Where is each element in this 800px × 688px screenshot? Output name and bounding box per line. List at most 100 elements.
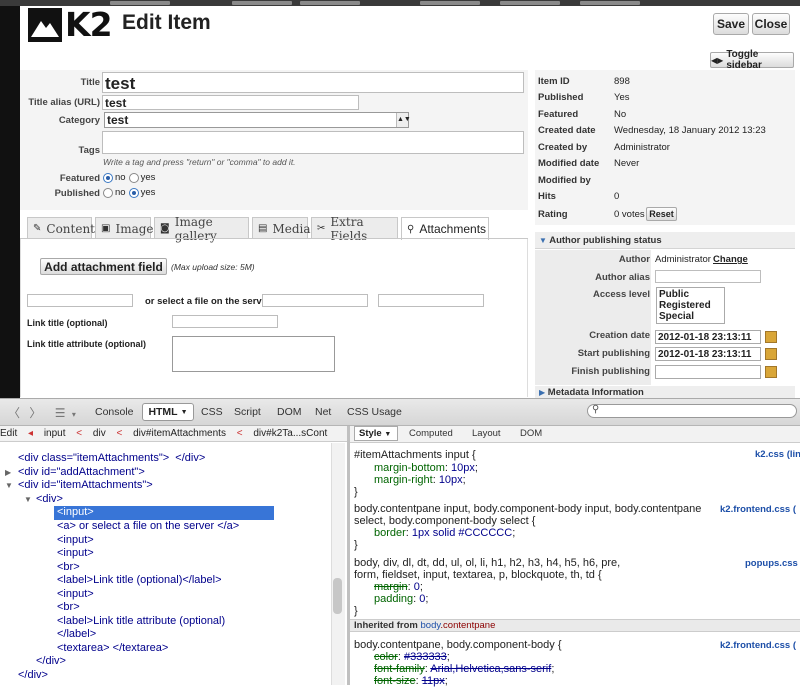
html-node[interactable]: </label> [57,628,96,642]
tab-media[interactable]: ▤ Media [252,217,311,239]
calendar-icon[interactable] [765,348,777,360]
html-node[interactable]: <div class="itemAttachments"> </div> [18,452,205,466]
html-node[interactable]: <a> or select a file on the server </a> [57,520,239,534]
firebug-tab-net[interactable]: Net [315,406,331,418]
css-source-link[interactable]: k2.frontend.css ( [720,504,796,515]
html-node[interactable]: <textarea> </textarea> [57,642,168,656]
scrollbar-thumb[interactable] [333,578,342,614]
html-node[interactable]: <label>Link title attribute (optional) [57,615,225,629]
forward-icon[interactable]: 〉 [29,406,41,420]
toggle-sidebar-button[interactable]: ◀▶ Toggle sidebar [710,49,794,71]
calendar-icon[interactable] [765,331,777,343]
css-selector[interactable]: select, body.component-body select { [354,515,535,528]
html-node[interactable]: </div> [36,655,66,669]
collapse-triangle-icon[interactable]: ▼ [5,479,13,493]
close-button[interactable]: Close [752,13,790,35]
tags-input[interactable] [102,131,524,154]
css-source-link[interactable]: popups.css ( [745,558,800,569]
access-option[interactable]: Public [659,289,724,300]
css-selector[interactable]: #itemAttachments input { [354,449,476,462]
chevron-down-icon[interactable]: ▾ [72,410,76,419]
html-pane-scrollbar[interactable] [331,443,345,685]
tab-extra-fields[interactable]: ✂ Extra Fields [311,215,398,243]
breadcrumb-item[interactable]: div#k2Ta...sCont [253,428,327,439]
html-node-selected[interactable]: <input> [57,506,94,520]
author-alias-input[interactable] [655,270,761,283]
firebug-tab-css[interactable]: CSS [201,406,223,418]
change-author-link[interactable]: Change [713,254,748,265]
breadcrumb-item[interactable]: div#itemAttachments [133,428,226,439]
css-declaration[interactable]: margin: 0; [374,581,423,594]
tab-attachments[interactable]: ⚲ Attachments [401,217,489,240]
css-declaration[interactable]: font-size: 11px; [374,675,448,688]
access-level-select[interactable]: Public Registered Special [656,287,725,324]
css-source-link[interactable]: k2.frontend.css ( [720,640,796,651]
css-source-link[interactable]: k2.css (lin [755,449,800,460]
html-node[interactable]: <div id="addAttachment"> [18,466,145,480]
attachment-name-input[interactable] [378,294,484,307]
access-option[interactable]: Registered [659,300,724,311]
alias-input[interactable]: test [102,95,359,110]
published-yes-radio[interactable] [128,187,139,198]
css-declaration[interactable]: margin-bottom: 10px; [374,462,478,475]
firebug-tab-html[interactable]: HTML ▼ [142,403,194,421]
featured-no-radio[interactable] [103,172,113,183]
author-publishing-header[interactable]: ▼ Author publishing status [535,232,795,249]
link-title-attribute-textarea[interactable] [172,336,335,372]
side-tab-layout[interactable]: Layout [472,428,501,439]
html-node[interactable]: <label>Link title (optional)</label> [57,574,222,588]
expand-triangle-icon[interactable]: ▶ [5,466,11,480]
html-node[interactable]: </div> [18,669,48,683]
css-declaration[interactable]: padding: 0; [374,593,428,606]
css-declaration[interactable]: color: #333333; [374,651,450,664]
css-declaration[interactable]: border: 1px solid #CCCCCC; [374,527,515,540]
featured-yes-radio[interactable] [128,172,139,183]
firebug-tab-dom[interactable]: DOM [277,406,302,418]
title-input[interactable]: test [102,72,524,93]
category-select[interactable]: test ▲▼ [104,112,411,128]
css-selector[interactable]: body, div, dl, dt, dd, ul, ol, li, h1, h… [354,557,620,570]
collapse-triangle-icon[interactable]: ▼ [24,493,32,507]
side-tab-computed[interactable]: Computed [409,428,453,439]
add-attachment-field-button[interactable]: Add attachment field [40,258,167,275]
html-node[interactable]: <input> [57,588,94,602]
breadcrumb-item[interactable]: input [44,428,66,439]
start-publishing-input[interactable]: 2012-01-18 23:13:11 [655,347,761,361]
attachment-file-input[interactable] [27,294,133,307]
access-option[interactable]: Special [659,311,724,322]
finish-publishing-input[interactable] [655,365,761,379]
html-node[interactable]: <br> [57,561,80,575]
link-title-input[interactable] [172,315,278,328]
html-node[interactable]: <input> [57,547,94,561]
firebug-tab-console[interactable]: Console [95,406,134,418]
html-node[interactable]: <input> [57,534,94,548]
css-selector[interactable]: body.contentpane, body.component-body { [354,639,562,652]
css-declaration[interactable]: font-family: Arial,Helvetica,sans-serif; [374,663,554,676]
select-file-on-server-link[interactable]: or select a file on the server [145,296,271,307]
published-no-radio[interactable] [103,187,113,198]
html-node[interactable]: <div> [36,493,63,507]
reset-rating-button[interactable]: Reset [646,207,677,221]
html-node[interactable]: <br> [57,601,80,615]
html-node[interactable]: <div id="itemAttachments"> [18,479,153,493]
inherited-element-link[interactable]: body [421,620,441,631]
menu-icon[interactable]: ☰ [55,406,66,420]
back-icon[interactable]: 〈 [8,406,20,420]
tab-image-gallery[interactable]: ◙ Image gallery [154,215,249,243]
side-tab-dom[interactable]: DOM [520,428,542,439]
firebug-search-input[interactable]: ⚲ [587,404,797,418]
metadata-information-header[interactable]: ▶ Metadata Information [535,386,795,398]
css-selector[interactable]: body.contentpane input, body.component-b… [354,503,701,516]
breadcrumb-item[interactable]: div [93,428,106,439]
firebug-tab-css-usage[interactable]: CSS Usage [347,406,402,418]
firebug-nav-icons[interactable]: 〈 〉 ☰ ▾ [8,404,76,421]
css-declaration[interactable]: margin-right: 10px; [374,474,466,487]
calendar-icon[interactable] [765,366,777,378]
creation-date-input[interactable]: 2012-01-18 23:13:11 [655,330,761,344]
firebug-tab-script[interactable]: Script [234,406,261,418]
breadcrumb-item[interactable]: Edit [0,428,17,439]
attachment-server-path-input[interactable] [262,294,368,307]
tab-image[interactable]: ▣ Image [95,217,154,239]
css-selector[interactable]: form, fieldset, input, textarea, p, bloc… [354,569,602,582]
side-tab-style[interactable]: Style ▼ [354,426,398,441]
